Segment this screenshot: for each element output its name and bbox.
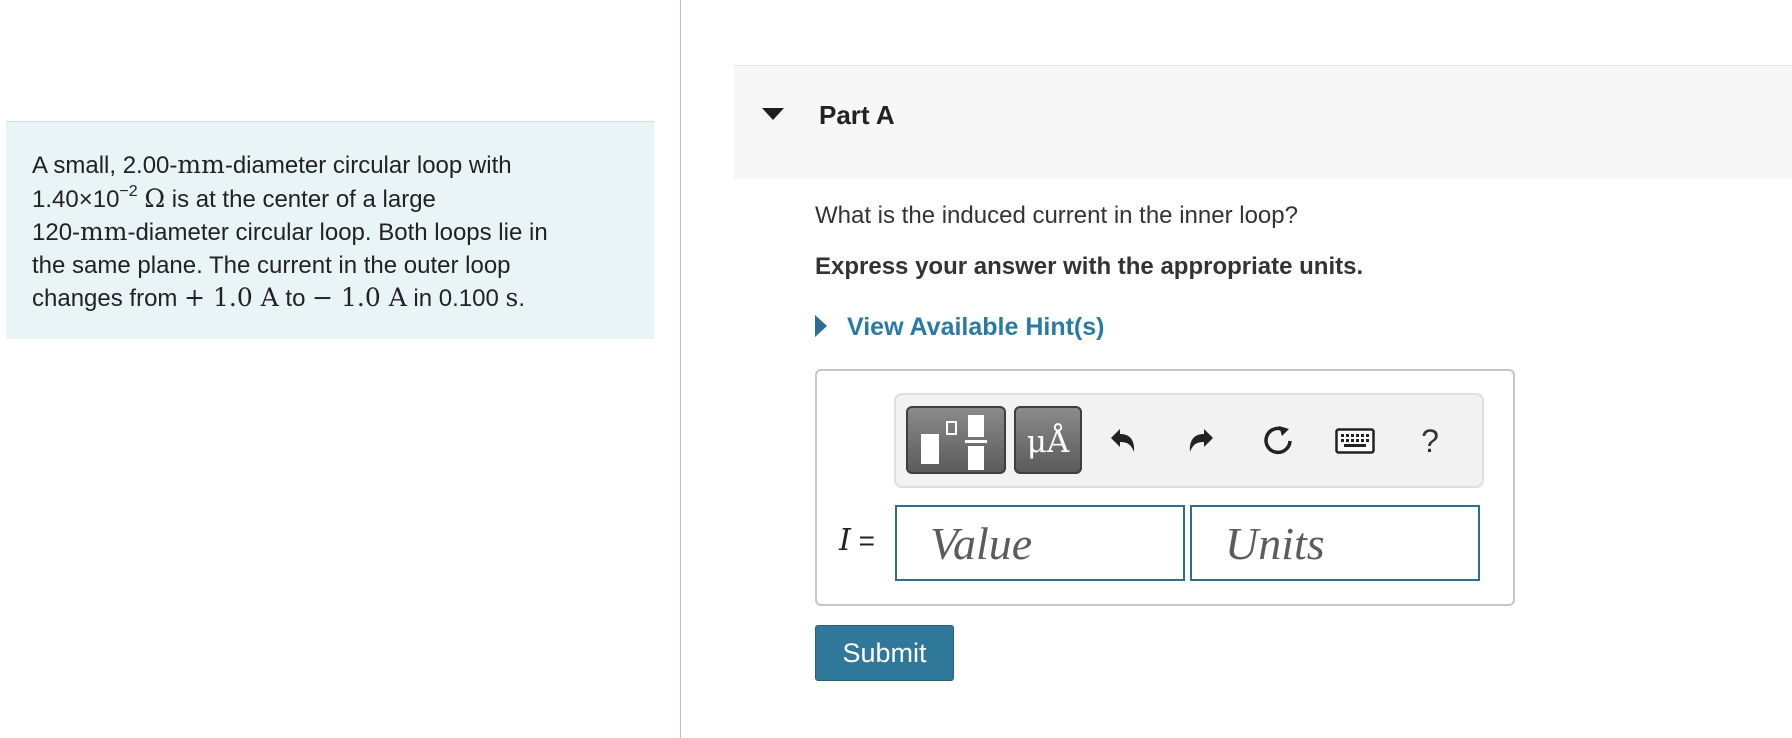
unit-mm: mm	[177, 150, 225, 179]
hints-label[interactable]: View Available Hint(s)	[847, 313, 1104, 342]
value-input[interactable]	[895, 505, 1185, 581]
answer-variable-label: I =	[839, 523, 875, 558]
units-button[interactable]: μÅ	[1014, 406, 1082, 474]
templates-button[interactable]	[906, 406, 1006, 474]
problem-line-4: the same plane. The current in the outer…	[32, 251, 511, 279]
unit-mm: mm	[80, 217, 128, 246]
reset-button[interactable]	[1256, 419, 1300, 463]
current-from: + 1.0 A	[184, 283, 279, 312]
units-button-label: μÅ	[1026, 424, 1070, 460]
problem-line-3: 120-mm-diameter circular loop. Both loop…	[32, 217, 548, 246]
redo-button[interactable]	[1179, 419, 1223, 463]
keyboard-icon	[1335, 428, 1375, 454]
unit-s: s	[505, 283, 519, 312]
problem-statement: A small, 2.00-mm-diameter circular loop …	[6, 121, 654, 339]
submit-button[interactable]: Submit	[815, 625, 954, 681]
redo-icon	[1189, 429, 1213, 452]
undo-button[interactable]	[1101, 419, 1145, 463]
templates-icon-denominator	[968, 446, 984, 470]
pane-divider	[680, 0, 681, 738]
part-title: Part A	[819, 100, 895, 130]
collapse-caret-icon[interactable]	[762, 108, 784, 120]
current-to: − 1.0 A	[312, 283, 407, 312]
templates-icon	[921, 434, 939, 464]
templates-icon-numerator	[968, 415, 984, 437]
variable-symbol: I	[839, 523, 851, 558]
unit-ohm: Ω	[144, 183, 166, 213]
keyboard-button[interactable]	[1330, 419, 1380, 463]
problem-line-2: 1.40×10−2 Ω is at the center of a large	[32, 182, 436, 213]
expand-caret-icon	[815, 315, 827, 337]
problem-line-5: changes from + 1.0 A to − 1.0 A in 0.100…	[32, 283, 526, 312]
exponent: −2	[119, 182, 138, 200]
math-toolbar: μÅ ?	[894, 393, 1484, 488]
part-a-header[interactable]: Part A	[734, 65, 1792, 179]
templates-icon-box	[946, 421, 957, 435]
instruction-text: Express your answer with the appropriate…	[815, 253, 1364, 280]
question-text: What is the induced current in the inner…	[815, 202, 1298, 229]
answer-box: μÅ ? I = Value Units	[815, 369, 1515, 606]
problem-line-1: A small, 2.00-mm-diameter circular loop …	[32, 150, 512, 179]
units-input[interactable]	[1190, 505, 1480, 581]
undo-icon	[1111, 429, 1135, 452]
reset-icon	[1264, 426, 1292, 455]
templates-icon-fraction-bar	[965, 440, 987, 443]
help-button[interactable]: ?	[1408, 419, 1452, 463]
